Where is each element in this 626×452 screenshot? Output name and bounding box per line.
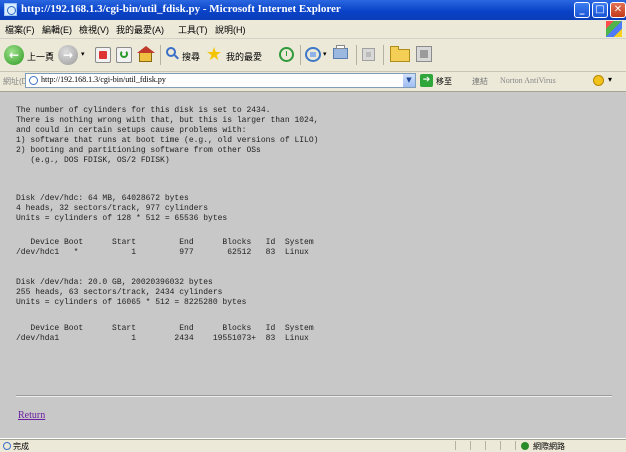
menu-bar: 檔案(F) 編輯(E) 檢視(V) 我的最愛(A) 工具(T) 說明(H) [0, 20, 626, 39]
status-divider [485, 441, 486, 450]
mail-button[interactable] [305, 47, 321, 62]
history-icon [286, 51, 287, 56]
toolbar-separator [356, 45, 357, 65]
mail-dropdown-icon[interactable]: ▾ [323, 50, 327, 58]
address-input[interactable]: http://192.168.1.3/cgi-bin/util_fdisk.py… [25, 73, 416, 88]
back-button[interactable]: ← [4, 45, 24, 65]
windows-logo-icon [606, 21, 622, 37]
home-roof-icon [137, 46, 155, 53]
security-zone-label: 網際網路 [533, 442, 565, 451]
refresh-button[interactable] [116, 47, 132, 63]
home-button[interactable] [137, 46, 155, 63]
close-button[interactable]: ✕ [610, 2, 626, 18]
norton-dropdown-icon[interactable]: ▾ [608, 75, 612, 84]
messenger-icon [420, 50, 428, 58]
menu-help[interactable]: 說明(H) [215, 23, 246, 36]
status-divider [500, 441, 501, 450]
history-button[interactable] [279, 47, 294, 62]
status-divider [470, 441, 471, 450]
go-button[interactable]: 移至 [436, 76, 452, 87]
menu-edit[interactable]: 編輯(E) [42, 23, 72, 36]
forward-dropdown-icon[interactable]: ▾ [81, 50, 85, 58]
menu-file[interactable]: 檔案(F) [5, 23, 35, 36]
page-content: The number of cylinders for this disk is… [0, 92, 626, 438]
toolbar-separator [300, 45, 301, 65]
disk-hda-partition-table: Device Boot Start End Blocks Id System /… [16, 324, 314, 343]
search-handle-icon [174, 54, 179, 60]
ie-icon [4, 3, 17, 16]
disk-hdc-partition-table: Device Boot Start End Blocks Id System /… [16, 238, 314, 257]
print-icon [336, 45, 345, 49]
disk-warning-text: The number of cylinders for this disk is… [16, 106, 319, 165]
toolbar: ← 上一頁 ▾ → ▾ 搜尋 ★ 我的最愛 ▾ [0, 39, 626, 72]
folder-button[interactable] [390, 46, 410, 62]
status-bar: 完成 網際網路 [0, 439, 626, 452]
window-title: http://192.168.1.3/cgi-bin/util_fdisk.py… [21, 3, 341, 15]
refresh-icon [120, 50, 128, 58]
menu-tools[interactable]: 工具(T) [178, 23, 208, 36]
minimize-button[interactable]: _ [574, 2, 590, 18]
status-divider [455, 441, 456, 450]
links-label[interactable]: 連結 [472, 76, 488, 87]
address-bar: 網址(D) http://192.168.1.3/cgi-bin/util_fd… [0, 72, 626, 92]
edit-icon [366, 52, 371, 57]
edit-button[interactable] [362, 48, 375, 61]
go-arrow-icon[interactable]: ➔ [420, 74, 433, 87]
page-done-icon [3, 442, 11, 450]
disk-hda-info: Disk /dev/hda: 20.0 GB, 20020396032 byte… [16, 278, 247, 307]
norton-antivirus-label[interactable]: Norton AntiVirus [500, 76, 556, 85]
forward-button[interactable]: → [58, 45, 78, 65]
toolbar-separator [160, 45, 161, 65]
page-icon [29, 76, 38, 85]
maximize-button[interactable]: □ [592, 2, 608, 18]
search-button[interactable] [166, 47, 180, 61]
disk-hdc-info: Disk /dev/hdc: 64 MB, 64028672 bytes 4 h… [16, 194, 228, 223]
toolbar-separator [383, 45, 384, 65]
search-label[interactable]: 搜尋 [182, 50, 200, 63]
status-text: 完成 [13, 442, 29, 451]
address-url[interactable]: http://192.168.1.3/cgi-bin/util_fdisk.py [41, 75, 166, 84]
title-bar: http://192.168.1.3/cgi-bin/util_fdisk.py… [0, 0, 626, 20]
internet-zone-icon [521, 442, 529, 450]
stop-icon [99, 51, 107, 59]
address-dropdown-icon[interactable]: ▼ [403, 74, 415, 87]
menu-view[interactable]: 檢視(V) [79, 23, 109, 36]
messenger-button[interactable] [416, 46, 432, 62]
folder-icon [390, 46, 399, 50]
stop-button[interactable] [95, 47, 111, 63]
menu-favorites[interactable]: 我的最愛(A) [116, 23, 164, 36]
status-divider [515, 441, 516, 450]
norton-icon[interactable] [593, 75, 604, 86]
return-link[interactable]: Return [18, 410, 45, 421]
home-icon [139, 52, 152, 62]
print-button[interactable] [333, 45, 348, 59]
back-arrow-icon: ← [8, 48, 20, 62]
favorites-label[interactable]: 我的最愛 [226, 50, 262, 63]
favorites-star-icon[interactable]: ★ [206, 45, 222, 63]
mail-icon [310, 52, 316, 57]
divider [16, 395, 612, 397]
back-dropdown-icon[interactable]: ▾ [48, 50, 52, 58]
forward-arrow-icon: → [62, 48, 74, 62]
